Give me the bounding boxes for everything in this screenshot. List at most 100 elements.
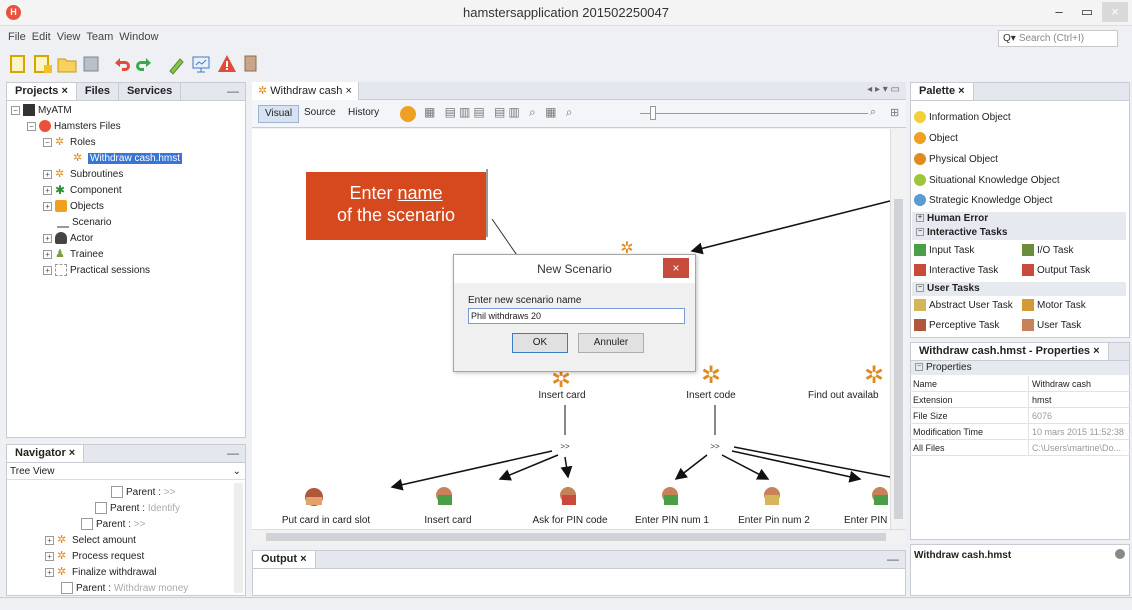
palette-item-physical-object[interactable]: Physical Object bbox=[914, 152, 998, 168]
scrollbar-thumb[interactable] bbox=[894, 199, 903, 519]
property-row[interactable]: Name Withdraw cash bbox=[910, 376, 1130, 392]
report-icon[interactable] bbox=[240, 53, 262, 75]
property-row[interactable]: Extension hmst bbox=[910, 392, 1130, 408]
palette-item-motor-task[interactable]: Motor Task bbox=[1022, 298, 1086, 314]
tree-item-objects[interactable]: + Objects bbox=[43, 199, 104, 215]
ok-button[interactable]: OK bbox=[512, 333, 568, 353]
layout-icon[interactable] bbox=[400, 106, 416, 122]
expand-icon[interactable]: + bbox=[43, 185, 52, 195]
palette-item-situational-knowledge-object[interactable]: Situational Knowledge Object bbox=[914, 173, 1060, 189]
tree-view-select[interactable]: Tree View ⌄ bbox=[7, 464, 245, 480]
expand-icon[interactable]: + bbox=[43, 265, 52, 275]
tree-item-scenario[interactable]: Scenario bbox=[57, 215, 111, 231]
nav-row[interactable]: Parent : >> bbox=[111, 485, 176, 501]
expand-icon[interactable]: + bbox=[45, 535, 54, 545]
tab-files[interactable]: Files bbox=[77, 83, 119, 100]
help-icon[interactable] bbox=[1115, 549, 1125, 559]
grid-icon[interactable]: ⊞ bbox=[890, 106, 899, 119]
palette-item-abstract-user-task[interactable]: Abstract User Task bbox=[914, 298, 1013, 314]
collapse-icon[interactable]: − bbox=[27, 121, 36, 131]
palette-section-interactive-tasks[interactable]: − Interactive Tasks bbox=[912, 226, 1126, 240]
vertical-scrollbar[interactable] bbox=[890, 129, 906, 529]
nav-row[interactable]: + ✲ Process request bbox=[45, 549, 144, 565]
nav-row[interactable]: Parent : >> bbox=[81, 517, 146, 533]
palette-item-input-task[interactable]: Input Task bbox=[914, 243, 974, 259]
palette-item-user-task[interactable]: User Task bbox=[1022, 318, 1081, 334]
palette-item-interactive-task[interactable]: Interactive Task bbox=[914, 263, 998, 279]
palette-item-information-object[interactable]: Information Object bbox=[914, 110, 1011, 126]
tab-properties[interactable]: Withdraw cash.hmst - Properties × bbox=[911, 343, 1109, 360]
property-row[interactable]: Modification Time 10 mars 2015 11:52:38 bbox=[910, 424, 1130, 440]
alignment-icons[interactable]: ▦ ▤▥▤ ▤▥ ⌕ ▦ ⌕ bbox=[424, 105, 575, 120]
horizontal-scrollbar[interactable] bbox=[252, 529, 906, 543]
nav-row[interactable]: Parent : Withdraw money bbox=[61, 581, 188, 597]
close-button[interactable]: × bbox=[1102, 2, 1128, 22]
tree-item-withdraw-cash[interactable]: ✲ Withdraw cash.hmst bbox=[73, 151, 183, 167]
save-all-icon[interactable] bbox=[80, 53, 102, 75]
undo-icon[interactable] bbox=[110, 53, 132, 75]
tab-services[interactable]: Services bbox=[119, 83, 182, 100]
tree-item-roles[interactable]: − ✲ Roles bbox=[43, 135, 96, 151]
tree-item-myatm[interactable]: − MyATM bbox=[11, 103, 72, 119]
tab-output[interactable]: Output × bbox=[253, 551, 316, 568]
minimize-button[interactable]: – bbox=[1046, 2, 1072, 22]
expand-icon[interactable]: + bbox=[43, 201, 52, 211]
tree-item-actor[interactable]: + Actor bbox=[43, 231, 93, 247]
tab-source[interactable]: Source bbox=[298, 105, 342, 123]
tab-palette[interactable]: Palette × bbox=[911, 83, 974, 100]
menu-window[interactable]: Window bbox=[116, 28, 161, 46]
collapse-icon[interactable]: − bbox=[43, 137, 52, 147]
run-simulation-icon[interactable] bbox=[190, 53, 212, 75]
navigator-scrollbar[interactable] bbox=[234, 483, 243, 593]
editor-window-controls[interactable]: ◂ ▸ ▾ ▭ bbox=[867, 84, 900, 95]
tab-visual[interactable]: Visual bbox=[258, 105, 300, 123]
cancel-button[interactable]: Annuler bbox=[578, 333, 644, 353]
warning-icon[interactable] bbox=[216, 53, 238, 75]
palette-item-object[interactable]: Object bbox=[914, 131, 958, 147]
minimize-panel-icon[interactable]: — bbox=[227, 84, 239, 98]
tab-withdraw-cash[interactable]: ✲ Withdraw cash × bbox=[252, 82, 359, 100]
properties-section-header[interactable]: − Properties bbox=[911, 361, 1129, 375]
property-row[interactable]: File Size 6076 bbox=[910, 408, 1130, 424]
tree-item-trainee[interactable]: + ♟ Trainee bbox=[43, 247, 104, 263]
tab-history[interactable]: History bbox=[342, 105, 385, 123]
new-project-icon[interactable] bbox=[32, 53, 54, 75]
palette-item-strategic-knowledge-object[interactable]: Strategic Knowledge Object bbox=[914, 193, 1052, 209]
palette-section-user-tasks[interactable]: − User Tasks bbox=[912, 282, 1126, 296]
property-row[interactable]: All Files C:\Users\martine\Do... bbox=[910, 440, 1130, 456]
scrollbar-thumb[interactable] bbox=[266, 533, 886, 541]
expand-icon[interactable]: + bbox=[45, 551, 54, 561]
menu-edit[interactable]: Edit bbox=[29, 28, 54, 46]
menu-file[interactable]: File bbox=[5, 28, 29, 46]
menu-view[interactable]: View bbox=[54, 28, 84, 46]
redo-icon[interactable] bbox=[134, 53, 156, 75]
tree-item-component[interactable]: + ✱ Component bbox=[43, 183, 122, 199]
zoom-slider-handle[interactable] bbox=[650, 106, 656, 120]
tree-item-hamsters-files[interactable]: − Hamsters Files bbox=[27, 119, 121, 135]
collapse-icon[interactable]: − bbox=[11, 105, 20, 115]
palette-item-perceptive-task[interactable]: Perceptive Task bbox=[914, 318, 999, 334]
palette-item-output-task[interactable]: Output Task bbox=[1022, 263, 1090, 279]
expand-icon[interactable]: + bbox=[45, 567, 54, 577]
tree-item-subroutines[interactable]: + ✲ Subroutines bbox=[43, 167, 123, 183]
zoom-in-icon[interactable]: ⌕ bbox=[870, 106, 876, 119]
palette-section-human-error[interactable]: + Human Error bbox=[912, 212, 1126, 226]
maximize-button[interactable]: ▭ bbox=[1074, 2, 1100, 22]
dialog-close-button[interactable]: × bbox=[663, 258, 689, 278]
nav-row[interactable]: Parent : Identify bbox=[95, 501, 180, 517]
menu-team[interactable]: Team bbox=[83, 28, 116, 46]
tab-projects[interactable]: Projects × bbox=[7, 83, 77, 100]
open-folder-icon[interactable] bbox=[56, 53, 78, 75]
minimize-panel-icon[interactable]: — bbox=[887, 552, 899, 566]
expand-icon[interactable]: + bbox=[43, 169, 52, 179]
zoom-slider[interactable] bbox=[640, 113, 868, 114]
minimize-panel-icon[interactable]: — bbox=[227, 446, 239, 460]
nav-row[interactable]: + ✲ Select amount bbox=[45, 533, 136, 549]
new-file-icon[interactable] bbox=[8, 53, 30, 75]
nav-row[interactable]: + ✲ Finalize withdrawal bbox=[45, 565, 156, 581]
tree-item-practical-sessions[interactable]: + Practical sessions bbox=[43, 263, 150, 279]
expand-icon[interactable]: + bbox=[43, 233, 52, 243]
tab-navigator[interactable]: Navigator × bbox=[7, 445, 85, 462]
palette-item-io-task[interactable]: I/O Task bbox=[1022, 243, 1074, 259]
expand-icon[interactable]: + bbox=[43, 249, 52, 259]
